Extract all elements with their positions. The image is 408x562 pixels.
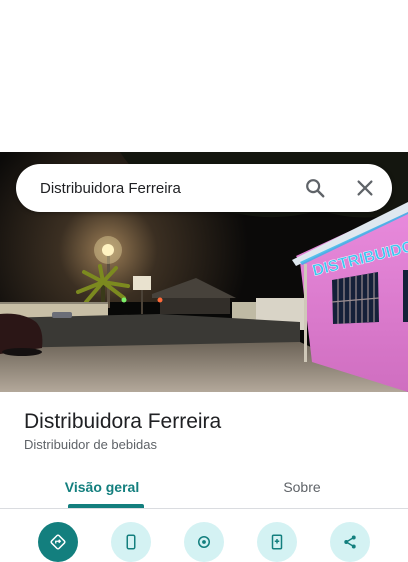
blank-area xyxy=(0,0,408,152)
directions-icon xyxy=(50,534,66,550)
place-category: Distribuidor de bebidas xyxy=(24,437,157,452)
phone-icon xyxy=(126,534,136,550)
nearby-button[interactable] xyxy=(184,522,224,562)
tab-bar: Visão geral Sobre xyxy=(0,466,408,509)
tab-selected-indicator xyxy=(68,504,144,508)
directions-button[interactable] xyxy=(38,522,78,562)
search-bar[interactable]: Distribuidora Ferreira xyxy=(16,164,392,212)
place-title: Distribuidora Ferreira xyxy=(24,410,222,433)
close-icon[interactable] xyxy=(354,177,376,199)
location-icon xyxy=(198,536,210,548)
save-icon xyxy=(271,534,283,550)
share-button[interactable] xyxy=(330,522,370,562)
share-icon xyxy=(344,535,356,549)
tab-overview[interactable]: Visão geral xyxy=(32,466,172,508)
save-button[interactable] xyxy=(257,522,297,562)
tab-about[interactable]: Sobre xyxy=(232,466,372,508)
search-input[interactable]: Distribuidora Ferreira xyxy=(40,180,392,197)
search-icon[interactable] xyxy=(304,177,326,199)
call-button[interactable] xyxy=(111,522,151,562)
